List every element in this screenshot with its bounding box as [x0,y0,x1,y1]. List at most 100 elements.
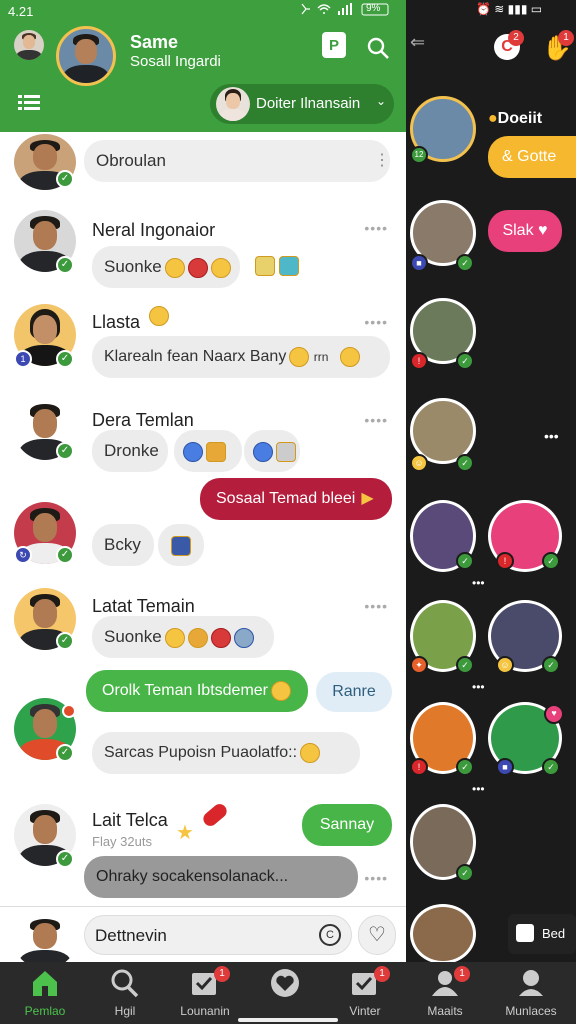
outgoing-bubble[interactable]: Sannay [302,804,392,846]
chat-row[interactable]: ✓ Obroulan ⋮ [0,132,406,198]
reply-bubble[interactable]: Ranre [316,672,392,712]
count-badge: 1 [14,350,32,368]
profile-icon [519,970,543,996]
back-arrow-icon[interactable]: ⇐ [410,32,425,53]
bubble-text: Sarcas Pupoisn Puaolatfo:: [104,744,298,761]
blue-emoji-icon [253,441,273,462]
copyright-icon[interactable]: C [319,924,341,946]
chat-bubble[interactable]: Obroulan [84,140,390,182]
chat-row[interactable]: 1 ✓ Llasta •••• Klarealn fean Naarx Bany… [0,300,406,392]
contacts-panel: ⇐ ⏰ ≋ ▮▮▮ ▭ C 2 ✋ 1 12 ●Doeiit & Gotte ■… [406,0,576,964]
nav-tasks[interactable]: 1 Lounanin [164,962,246,1024]
verified-badge: ✓ [542,656,560,674]
verified-badge: ✓ [56,632,74,650]
chat-bubble[interactable]: Suonke [92,246,240,288]
nav-checkbox[interactable]: 1 Vinter [324,962,406,1024]
tools-icon [187,627,208,648]
chat-bubble[interactable]: Bcky [92,524,154,566]
chat-bubble[interactable]: Suonke [92,616,274,658]
more-vert-icon[interactable]: ⋮ [374,150,390,170]
smile-emoji-icon [164,627,185,648]
nav-people[interactable]: 1 Maaits [404,962,486,1024]
header-title: Same [130,32,179,52]
laugh-emoji-icon [149,306,169,326]
featured-name-text: Doeiit [497,110,543,127]
bed-button[interactable]: Bed [508,914,576,954]
more-dots-icon[interactable]: •••• [364,220,388,236]
profile-avatar[interactable] [56,26,116,86]
smirk-emoji-icon [210,257,231,278]
follow-button[interactable]: & Gotte [488,136,576,178]
chat-bubble[interactable]: Sarcas Pupoisn Puaolatfo:: [92,732,360,774]
heart-icon [271,969,299,997]
bubble-text: Bcky [104,535,141,554]
more-dots-icon[interactable]: ••• [472,680,485,694]
contact-name: Lait Telca [92,810,168,830]
menu-icon[interactable] [18,93,42,113]
chat-bubble[interactable]: Ohraky socakensolanack... [84,856,358,898]
chat-row[interactable]: Orolk Teman Ibtsdemer Ranre ✓ Sarcas Pup… [0,666,406,792]
status-dot-icon: ● [488,110,498,127]
bubble-tail-text: rrn [313,350,329,364]
heart-button[interactable]: ♡ [358,915,396,955]
chat-row[interactable]: Sosaal Temad bleei ▶ ↻ ✓ Bcky [0,474,406,580]
emoji-badge: ☺ [496,656,514,674]
reply-text: Ranre [332,683,376,700]
account-avatar-small[interactable] [14,30,44,60]
bed-label: Bed [542,926,566,941]
app-header: 4.21 9% Same Sosall Ingardi P Doiter Iln… [0,0,406,132]
nav-badge: 1 [454,966,470,982]
alert-badge: ! [496,552,514,570]
slak-button[interactable]: Slak ♥ [488,210,562,252]
more-dots-icon[interactable]: •••• [364,598,388,614]
nav-label: Maaits [427,1004,463,1018]
chat-bubble[interactable]: Klarealn fean Naarx Bany rrn [92,336,390,378]
sticker-bubble[interactable] [158,524,204,566]
bubble-text: Suonke [104,627,162,646]
pin-icon[interactable]: P [322,32,346,58]
verified-badge: ✓ [56,170,74,188]
bubble-text: Klarealn fean Naarx Bany [104,348,287,365]
chat-row[interactable]: ✓ Dera Temlan •••• Dronke [0,396,406,474]
outgoing-bubble[interactable]: Sosaal Temad bleei ▶ [200,478,392,520]
contact-subtitle: Flay 32uts [92,834,152,849]
chat-bubble[interactable]: Dronke [92,430,168,472]
verified-badge: ✓ [456,656,474,674]
outgoing-bubble[interactable]: Orolk Teman Ibtsdemer [86,670,308,712]
more-dots-icon[interactable]: •••• [364,412,388,428]
nav-home[interactable]: Pemlao [4,962,86,1024]
nav-profile[interactable]: Munlaces [490,962,572,1024]
search-icon[interactable] [366,36,390,60]
heart-icon: ♥ [538,222,548,239]
cube-icon [279,256,299,276]
chat-row[interactable]: ✓ Lait Telca Flay 32uts ★ Sannay Ohraky … [0,800,406,904]
more-dots-icon[interactable]: ••• [472,576,485,590]
contact-name: Llasta [92,312,141,332]
alert-badge: ! [410,758,428,776]
more-dots-icon[interactable]: •••• [364,870,388,886]
thumb-emoji-icon [300,742,321,763]
message-input[interactable]: Dettnevin C [84,915,352,955]
bag-icon [516,924,534,942]
more-dots-icon[interactable]: •••• [364,314,388,330]
sticker-group[interactable] [174,430,242,472]
chat-row[interactable]: ✓ Latat Temain •••• Suonke [0,586,406,662]
sticker-group[interactable] [244,430,300,472]
status-icons-right: ⏰ ≋ ▮▮▮ ▭ [476,2,543,16]
star-icon: ★ [176,822,194,844]
nav-favorites[interactable] [244,962,326,1024]
contact-avatar[interactable] [410,904,476,964]
outgoing-text: Sannay [319,816,375,833]
nav-search[interactable]: Hgil [84,962,166,1024]
chat-row[interactable]: ✓ Neral Ingonaior •••• Suonke [0,206,406,296]
account-switcher-chip[interactable]: Doiter Ilnansain ⌄ [210,84,394,124]
emoji-icon [289,346,310,367]
more-dots-icon[interactable]: ••• [544,428,559,444]
verified-badge: ✓ [56,350,74,368]
online-dot [62,704,76,718]
slak-label: Slak [502,222,534,239]
more-dots-icon[interactable]: ••• [472,782,485,796]
contact-name: Neral Ingonaior [92,220,216,240]
contact-avatar [14,913,76,962]
bottom-navigation: Pemlao Hgil 1 Lounanin 1 Vinter 1 Maaits… [0,962,576,1024]
